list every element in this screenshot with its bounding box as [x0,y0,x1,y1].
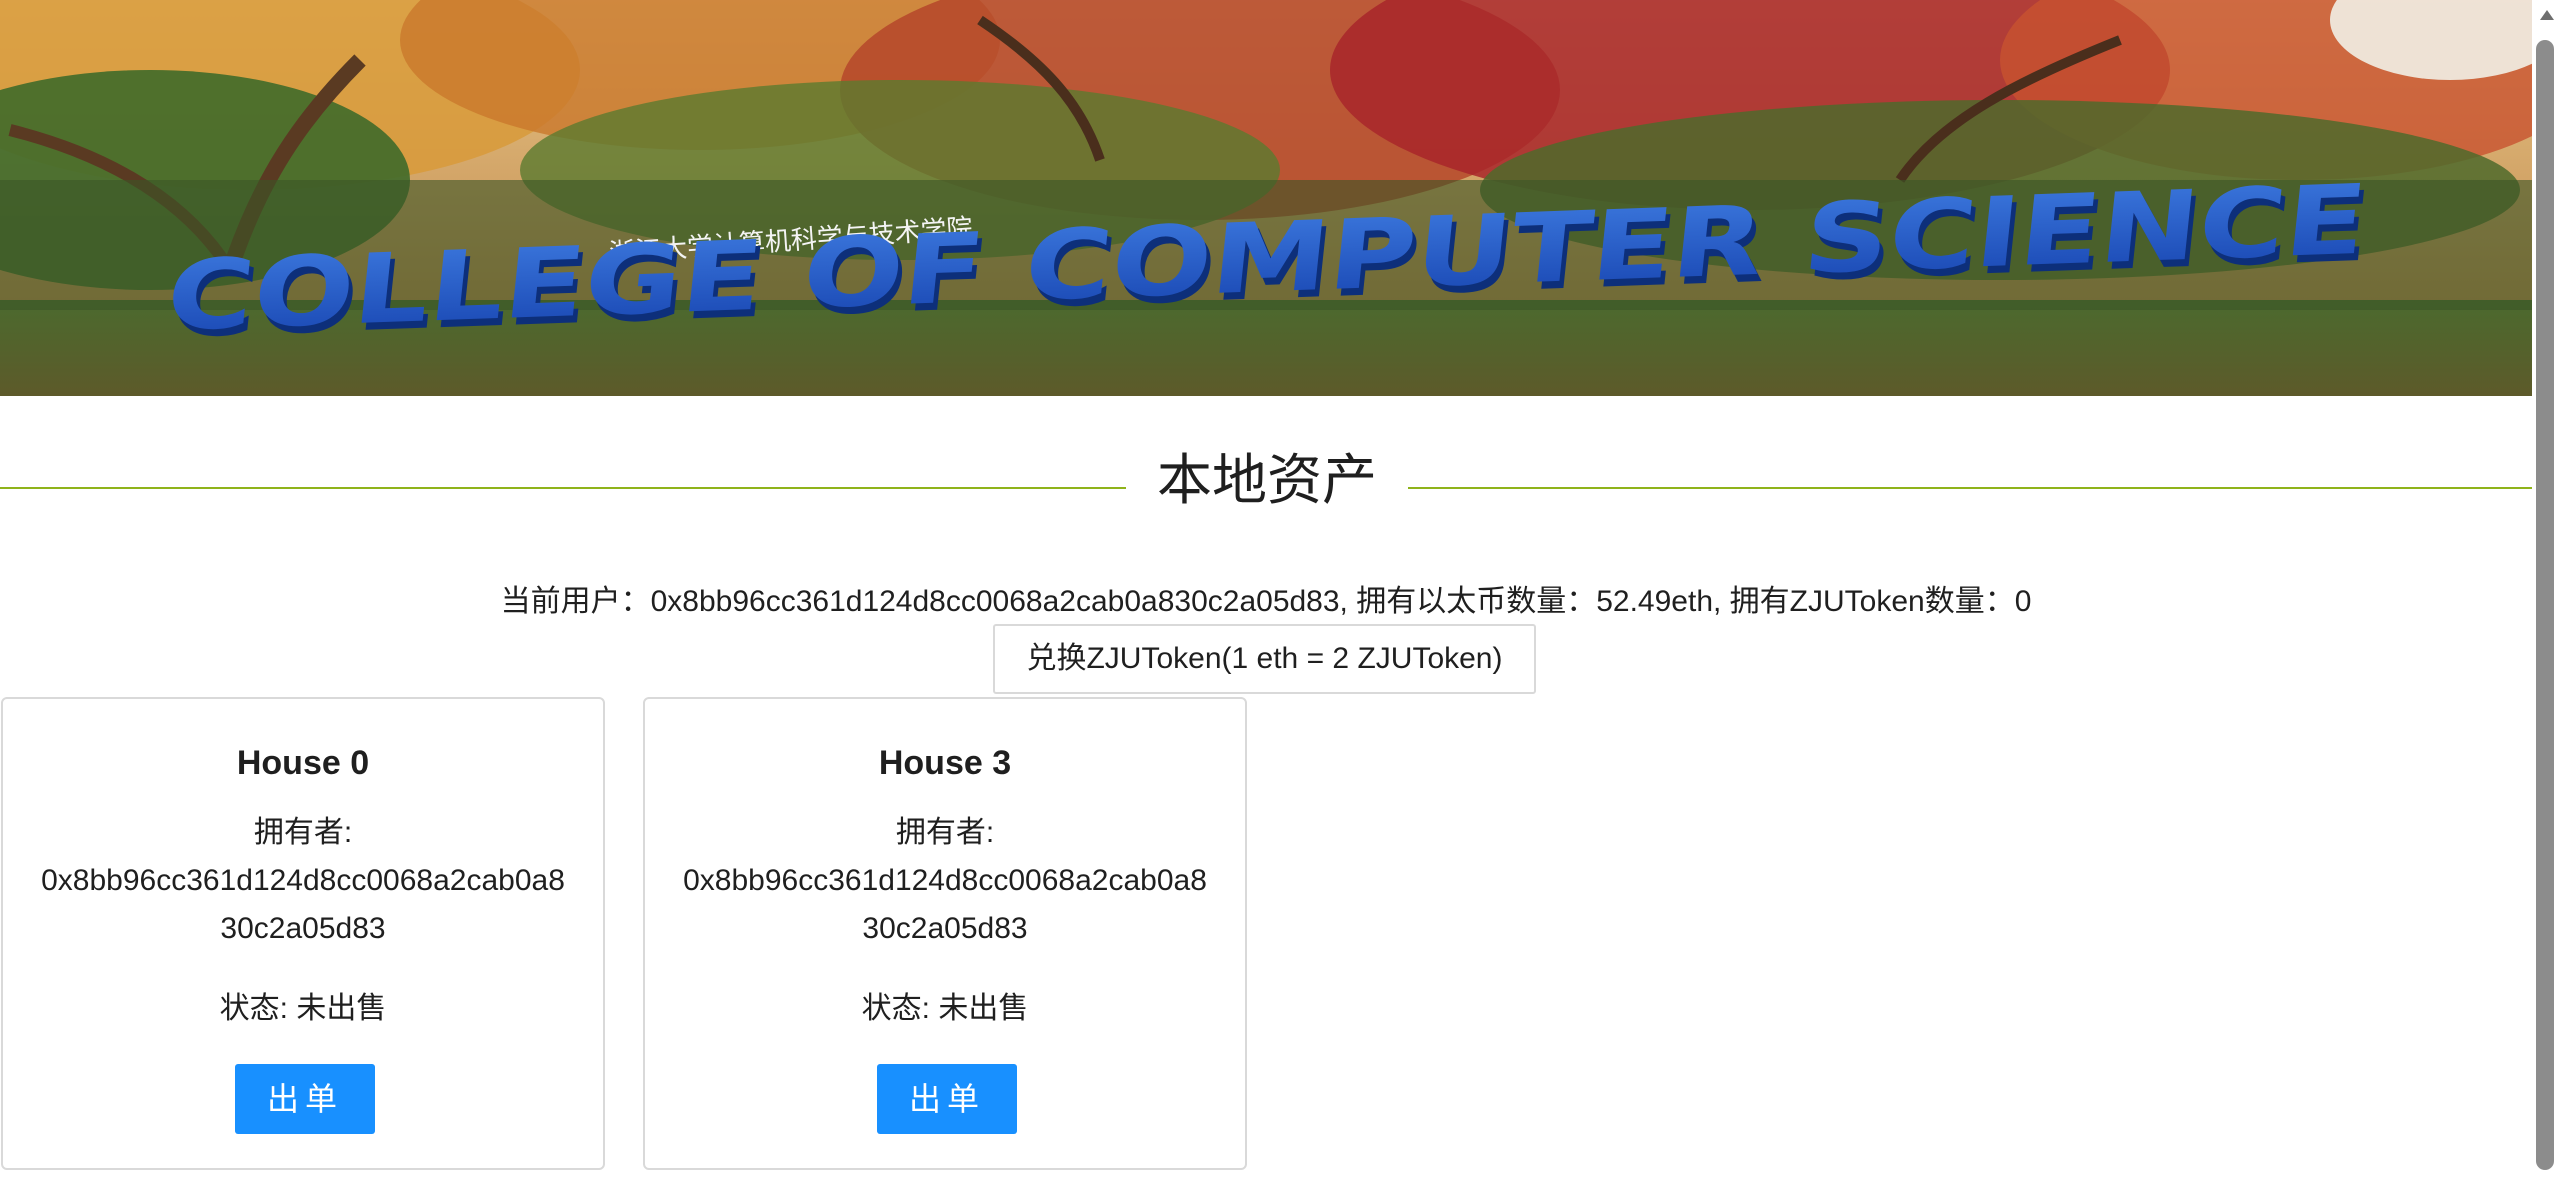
house-status: 状态: 未出售 [861,992,1029,1025]
list-house-button[interactable]: 出单 [877,1064,1017,1134]
page: 浙江大学计算机科学与技术学院 COLLEGE OF COMPUTER SCIEN… [0,0,2560,1178]
exchange-zjutoken-button[interactable]: 兑换ZJUToken(1 eth = 2 ZJUToken) [993,624,1536,694]
house-title: House 3 [878,744,1012,782]
section-title: 本地资产 [1156,449,1377,511]
house-title: House 0 [236,744,370,782]
scrollbar-thumb[interactable] [2536,40,2554,1170]
owner-label: 拥有者: [895,816,995,849]
user-info-text: 当前用户：0x8bb96cc361d124d8cc0068a2cab0a830c… [500,585,2032,618]
house-status: 状态: 未出售 [219,992,387,1025]
owner-address: 0x8bb96cc361d124d8cc0068a2cab0a830c2a05d… [41,864,565,945]
list-house-button[interactable]: 出单 [235,1064,375,1134]
divider-right [1408,487,2532,489]
owner-label: 拥有者: [253,816,353,849]
section-header: 本地资产 [0,440,2532,520]
banner-image: 浙江大学计算机科学与技术学院 COLLEGE OF COMPUTER SCIEN… [0,0,2532,396]
divider-left [0,487,1126,489]
vertical-scrollbar[interactable] [2532,0,2560,1178]
scroll-up-arrow-icon[interactable] [2540,10,2554,20]
owner-address: 0x8bb96cc361d124d8cc0068a2cab0a830c2a05d… [683,864,1207,945]
house-card: House 3 拥有者: 0x8bb96cc361d124d8cc0068a2c… [643,697,1247,1170]
house-card: House 0 拥有者: 0x8bb96cc361d124d8cc0068a2c… [1,697,605,1170]
